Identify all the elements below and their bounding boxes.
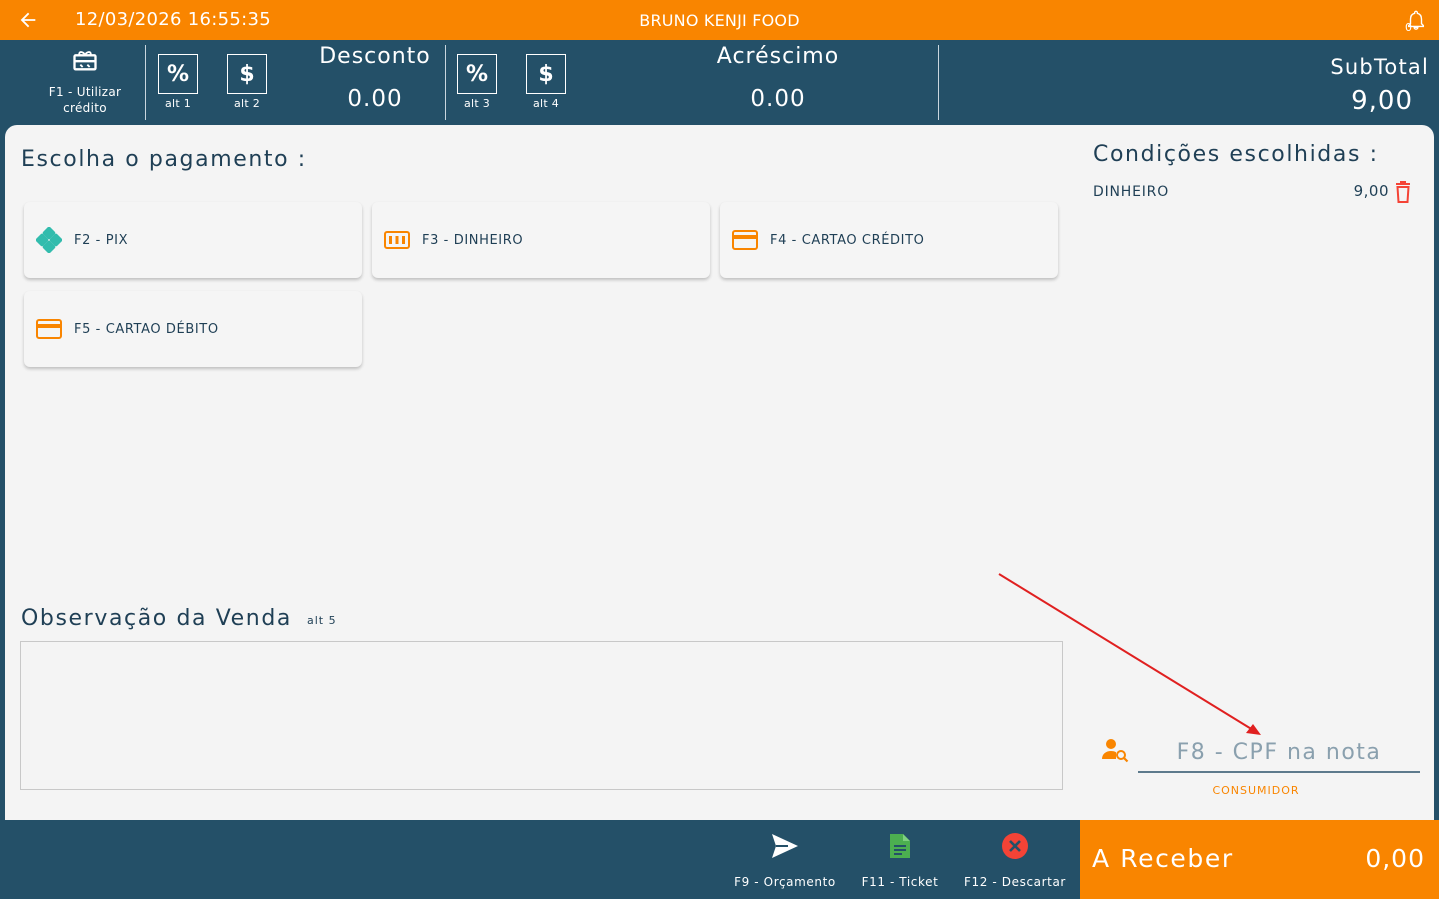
discount-money-shortcut: alt 2	[233, 97, 261, 110]
remove-condition-button[interactable]	[1393, 181, 1413, 203]
debit-card-icon	[36, 316, 62, 342]
observation-shortcut: alt 5	[307, 614, 337, 627]
discount-money-button[interactable]: $ alt 2	[226, 54, 268, 112]
receive-button[interactable]: A Receber 0,00	[1080, 820, 1439, 899]
header-strip: F1 - Utilizar crédito % alt 1 $ alt 2 De…	[0, 40, 1439, 125]
payment-option-pix[interactable]: F2 - PIX	[24, 202, 362, 278]
consumer-label: CONSUMIDOR	[1212, 784, 1300, 797]
percent-icon: %	[457, 54, 497, 94]
credit-card-icon	[732, 227, 758, 253]
gift-card-icon	[73, 51, 97, 71]
condition-name: DINHEIRO	[1093, 184, 1170, 200]
observation-input[interactable]	[20, 641, 1063, 790]
dollar-icon: $	[526, 54, 566, 94]
addition-money-shortcut: alt 4	[532, 97, 560, 110]
discount-title: Desconto	[319, 44, 431, 69]
conditions-title: Condições escolhidas :	[1093, 142, 1379, 167]
discount-percent-shortcut: alt 1	[164, 97, 192, 110]
notification-count: 0	[1405, 21, 1412, 34]
pix-icon	[36, 227, 62, 253]
payment-option-label: F3 - DINHEIRO	[422, 232, 524, 248]
top-bar: 12/03/2026 16:55:35 BRUNO KENJI FOOD 0	[0, 0, 1439, 40]
payment-option-debit-card[interactable]: F5 - CARTAO DÉBITO	[24, 291, 362, 367]
condition-row: DINHEIRO 9,00	[1093, 181, 1419, 205]
use-credit-label: F1 - Utilizar crédito	[48, 85, 122, 115]
subtotal-value: 9,00	[1351, 86, 1413, 116]
observation-title: Observação da Venda	[21, 606, 292, 631]
orcamento-button[interactable]: F9 - Orçamento	[722, 830, 848, 894]
addition-money-button[interactable]: $ alt 4	[525, 54, 567, 112]
discount-percent-button[interactable]: % alt 1	[157, 54, 199, 112]
addition-percent-shortcut: alt 3	[463, 97, 491, 110]
discard-button[interactable]: F12 - Descartar	[957, 830, 1073, 894]
dollar-icon: $	[227, 54, 267, 94]
payment-option-label: F5 - CARTAO DÉBITO	[74, 321, 219, 337]
addition-percent-button[interactable]: % alt 3	[456, 54, 498, 112]
orcamento-label: F9 - Orçamento	[734, 875, 836, 889]
notifications-button[interactable]: 0	[1403, 8, 1427, 34]
discount-value[interactable]: 0.00	[305, 86, 445, 112]
ticket-label: F11 - Ticket	[861, 875, 939, 889]
addition-title: Acréscimo	[716, 44, 840, 69]
user-search-icon	[1101, 737, 1129, 763]
close-circle-icon	[1002, 833, 1028, 859]
use-credit-button[interactable]: F1 - Utilizar crédito	[30, 46, 140, 124]
divider	[445, 45, 446, 120]
trash-icon	[1396, 181, 1410, 203]
store-name: BRUNO KENJI FOOD	[639, 11, 800, 30]
payment-option-label: F2 - PIX	[74, 232, 129, 248]
payment-option-cash[interactable]: F3 - DINHEIRO	[372, 202, 710, 278]
discard-label: F12 - Descartar	[964, 875, 1066, 889]
payment-title: Escolha o pagamento :	[21, 147, 307, 172]
payment-option-label: F4 - CARTAO CRÉDITO	[770, 232, 925, 248]
receive-value: 0,00	[1365, 844, 1425, 873]
send-icon	[772, 834, 798, 858]
document-icon	[890, 834, 910, 858]
condition-value: 9,00	[1353, 182, 1389, 200]
divider	[938, 45, 939, 120]
cpf-input[interactable]	[1138, 733, 1420, 773]
percent-icon: %	[158, 54, 198, 94]
divider	[145, 45, 146, 120]
receive-label: A Receber	[1092, 844, 1234, 873]
cash-icon	[384, 227, 410, 253]
subtotal-label: SubTotal	[1330, 55, 1429, 79]
ticket-button[interactable]: F11 - Ticket	[857, 830, 943, 894]
payment-option-credit-card[interactable]: F4 - CARTAO CRÉDITO	[720, 202, 1058, 278]
addition-value[interactable]: 0.00	[698, 86, 858, 112]
main-panel: Escolha o pagamento : F2 - PIX F3 - DINH…	[5, 125, 1434, 820]
